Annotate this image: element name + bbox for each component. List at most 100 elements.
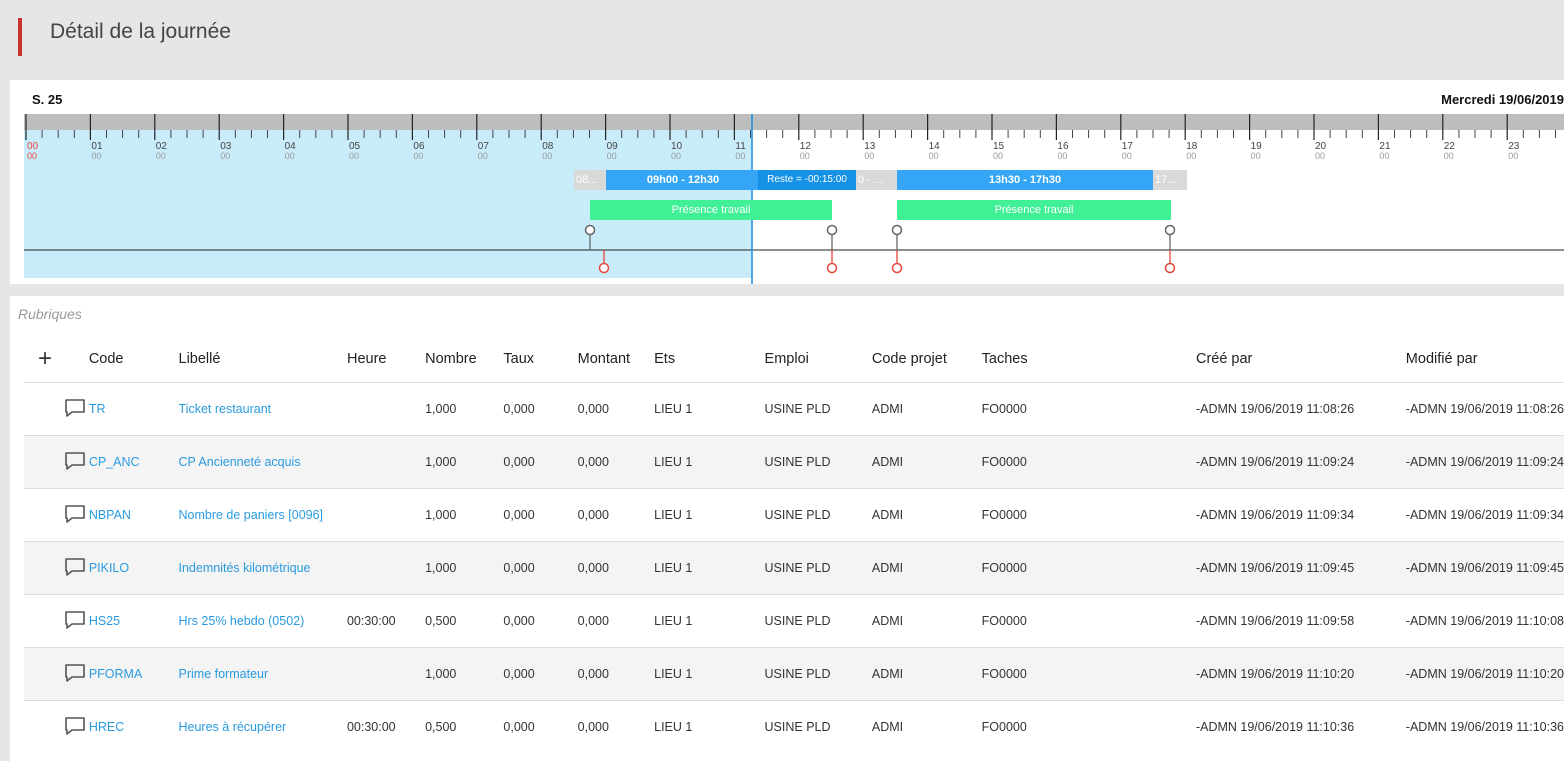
- cell-taches: FO0000: [981, 488, 1196, 542]
- schedule-bar-after[interactable]: 17...: [1153, 170, 1187, 190]
- cell-code[interactable]: HS25: [88, 594, 179, 648]
- column-header[interactable]: Modifié par: [1406, 336, 1564, 383]
- cell-taux: 0,000: [503, 700, 578, 753]
- cell-emploi: USINE PLD: [764, 700, 872, 753]
- punch-out-marker: [826, 262, 838, 274]
- cell-emploi: USINE PLD: [764, 647, 872, 701]
- column-header[interactable]: Montant: [578, 336, 654, 383]
- punch-in-marker: [1164, 224, 1176, 236]
- table-row[interactable]: HS25 Hrs 25% hebdo (0502) 00:30:00 0,500 0,0…: [24, 594, 1564, 648]
- column-header[interactable]: Nombre: [425, 336, 503, 383]
- minute-tick-label: 00: [542, 151, 552, 161]
- minute-tick-label: 00: [1444, 151, 1454, 161]
- remaining-time-badge: Reste = -00:15:00: [758, 170, 856, 190]
- column-header[interactable]: Ets: [654, 336, 764, 383]
- presence-bar-afternoon[interactable]: Présence travail: [897, 200, 1171, 220]
- cell-ets: LIEU 1: [654, 541, 765, 595]
- comment-icon[interactable]: [64, 398, 86, 421]
- cell-heure: [346, 541, 426, 595]
- cell-projet: ADMI: [871, 700, 982, 753]
- cell-cree: -ADMN 19/06/2019 11:09:24: [1195, 435, 1406, 489]
- page-header: Détail de la journée: [0, 0, 1564, 80]
- column-header[interactable]: Taux: [503, 336, 577, 383]
- minute-tick-label: 00: [1315, 151, 1325, 161]
- cell-taux: 0,000: [503, 594, 578, 648]
- cell-taches: FO0000: [981, 647, 1196, 701]
- cell-taches: FO0000: [981, 382, 1196, 436]
- table-row[interactable]: TR Ticket restaurant 1,000 0,000 0,000 LIEU 1…: [24, 382, 1564, 436]
- cell-taux: 0,000: [503, 647, 578, 701]
- row-comment-cell: [24, 435, 89, 489]
- cell-modifie: -ADMN 19/06/2019 11:09:34: [1405, 488, 1564, 542]
- cell-libelle[interactable]: Prime formateur: [178, 647, 347, 701]
- cell-montant: 0,000: [577, 435, 655, 489]
- cell-code[interactable]: TR: [88, 382, 179, 436]
- cell-libelle[interactable]: Nombre de paniers [0096]: [178, 488, 347, 542]
- punch-out-marker: [598, 262, 610, 274]
- comment-icon[interactable]: [64, 663, 86, 686]
- row-comment-cell: [24, 382, 89, 436]
- cell-libelle[interactable]: Hrs 25% hebdo (0502): [178, 594, 347, 648]
- minute-tick-label: 00: [1379, 151, 1389, 161]
- rubriques-table: + Code Libellé Heure Nombre Taux Montant…: [24, 336, 1564, 753]
- cell-modifie: -ADMN 19/06/2019 11:10:36: [1405, 700, 1564, 753]
- column-header[interactable]: Taches: [982, 336, 1196, 383]
- column-header[interactable]: Créé par: [1196, 336, 1406, 383]
- minute-tick-label: 00: [91, 151, 101, 161]
- schedule-bar-break[interactable]: 0 - ...: [856, 170, 897, 190]
- comment-icon[interactable]: [64, 610, 86, 633]
- column-header[interactable]: Code: [89, 336, 179, 383]
- cell-heure: 00:30:00: [346, 700, 426, 753]
- cell-emploi: USINE PLD: [764, 488, 872, 542]
- comment-icon[interactable]: [64, 557, 86, 580]
- presence-bar-morning[interactable]: Présence travail: [590, 200, 832, 220]
- day-timeline[interactable]: S. 25 Mercredi 19/06/2019 00 00 01 00 02 00 03…: [24, 82, 1564, 284]
- punch-in-marker: [891, 224, 903, 236]
- section-label: Rubriques: [18, 306, 82, 322]
- comment-icon[interactable]: [64, 504, 86, 527]
- cell-code[interactable]: PIKILO: [88, 541, 179, 595]
- cell-code[interactable]: HREC: [88, 700, 179, 753]
- table-row[interactable]: HREC Heures à récupérer 00:30:00 0,500 0,000…: [24, 700, 1564, 753]
- cell-ets: LIEU 1: [654, 382, 765, 436]
- cell-libelle[interactable]: Indemnités kilométrique: [178, 541, 347, 595]
- cell-code[interactable]: PFORMA: [88, 647, 179, 701]
- table-row[interactable]: PFORMA Prime formateur 1,000 0,000 0,000 LIEU…: [24, 647, 1564, 701]
- cell-nombre: 1,000: [425, 488, 504, 542]
- add-row-button[interactable]: +: [24, 336, 89, 383]
- comment-icon[interactable]: [64, 451, 86, 474]
- table-row[interactable]: NBPAN Nombre de paniers [0096] 1,000 0,000 0…: [24, 488, 1564, 542]
- page-title: Détail de la journée: [50, 20, 231, 43]
- cell-libelle[interactable]: Heures à récupérer: [178, 700, 347, 753]
- cell-cree: -ADMN 19/06/2019 11:10:20: [1195, 647, 1406, 701]
- column-header[interactable]: Emploi: [765, 336, 872, 383]
- cell-modifie: -ADMN 19/06/2019 11:09:24: [1405, 435, 1564, 489]
- cell-code[interactable]: CP_ANC: [88, 435, 179, 489]
- column-header[interactable]: Libellé: [179, 336, 347, 383]
- cell-nombre: 1,000: [425, 541, 504, 595]
- cell-emploi: USINE PLD: [764, 594, 872, 648]
- cell-modifie: -ADMN 19/06/2019 11:10:20: [1405, 647, 1564, 701]
- comment-icon[interactable]: [64, 716, 86, 739]
- cell-libelle[interactable]: Ticket restaurant: [178, 382, 347, 436]
- cell-modifie: -ADMN 19/06/2019 11:10:08: [1405, 594, 1564, 648]
- column-header[interactable]: Code projet: [872, 336, 982, 383]
- table-row[interactable]: CP_ANC CP Ancienneté acquis 1,000 0,000 0,00…: [24, 435, 1564, 489]
- cell-code[interactable]: NBPAN: [88, 488, 179, 542]
- minute-tick-label: 00: [1186, 151, 1196, 161]
- column-header[interactable]: Heure: [347, 336, 425, 383]
- table-row[interactable]: PIKILO Indemnités kilométrique 1,000 0,000 0…: [24, 541, 1564, 595]
- minute-tick-label: 00: [864, 151, 874, 161]
- minute-tick-label: 00: [929, 151, 939, 161]
- plus-icon[interactable]: +: [24, 345, 52, 372]
- cell-libelle[interactable]: CP Ancienneté acquis: [178, 435, 347, 489]
- schedule-bar-morning[interactable]: 09h00 - 12h30: [606, 170, 760, 190]
- minute-tick-label: 00: [349, 151, 359, 161]
- cell-modifie: -ADMN 19/06/2019 11:08:26: [1405, 382, 1564, 436]
- schedule-bar-before[interactable]: 08...: [574, 170, 606, 190]
- cell-emploi: USINE PLD: [764, 382, 872, 436]
- schedule-bar-afternoon[interactable]: 13h30 - 17h30: [897, 170, 1153, 190]
- section-divider: [10, 284, 1564, 296]
- cell-cree: -ADMN 19/06/2019 11:08:26: [1195, 382, 1406, 436]
- cell-modifie: -ADMN 19/06/2019 11:09:45: [1405, 541, 1564, 595]
